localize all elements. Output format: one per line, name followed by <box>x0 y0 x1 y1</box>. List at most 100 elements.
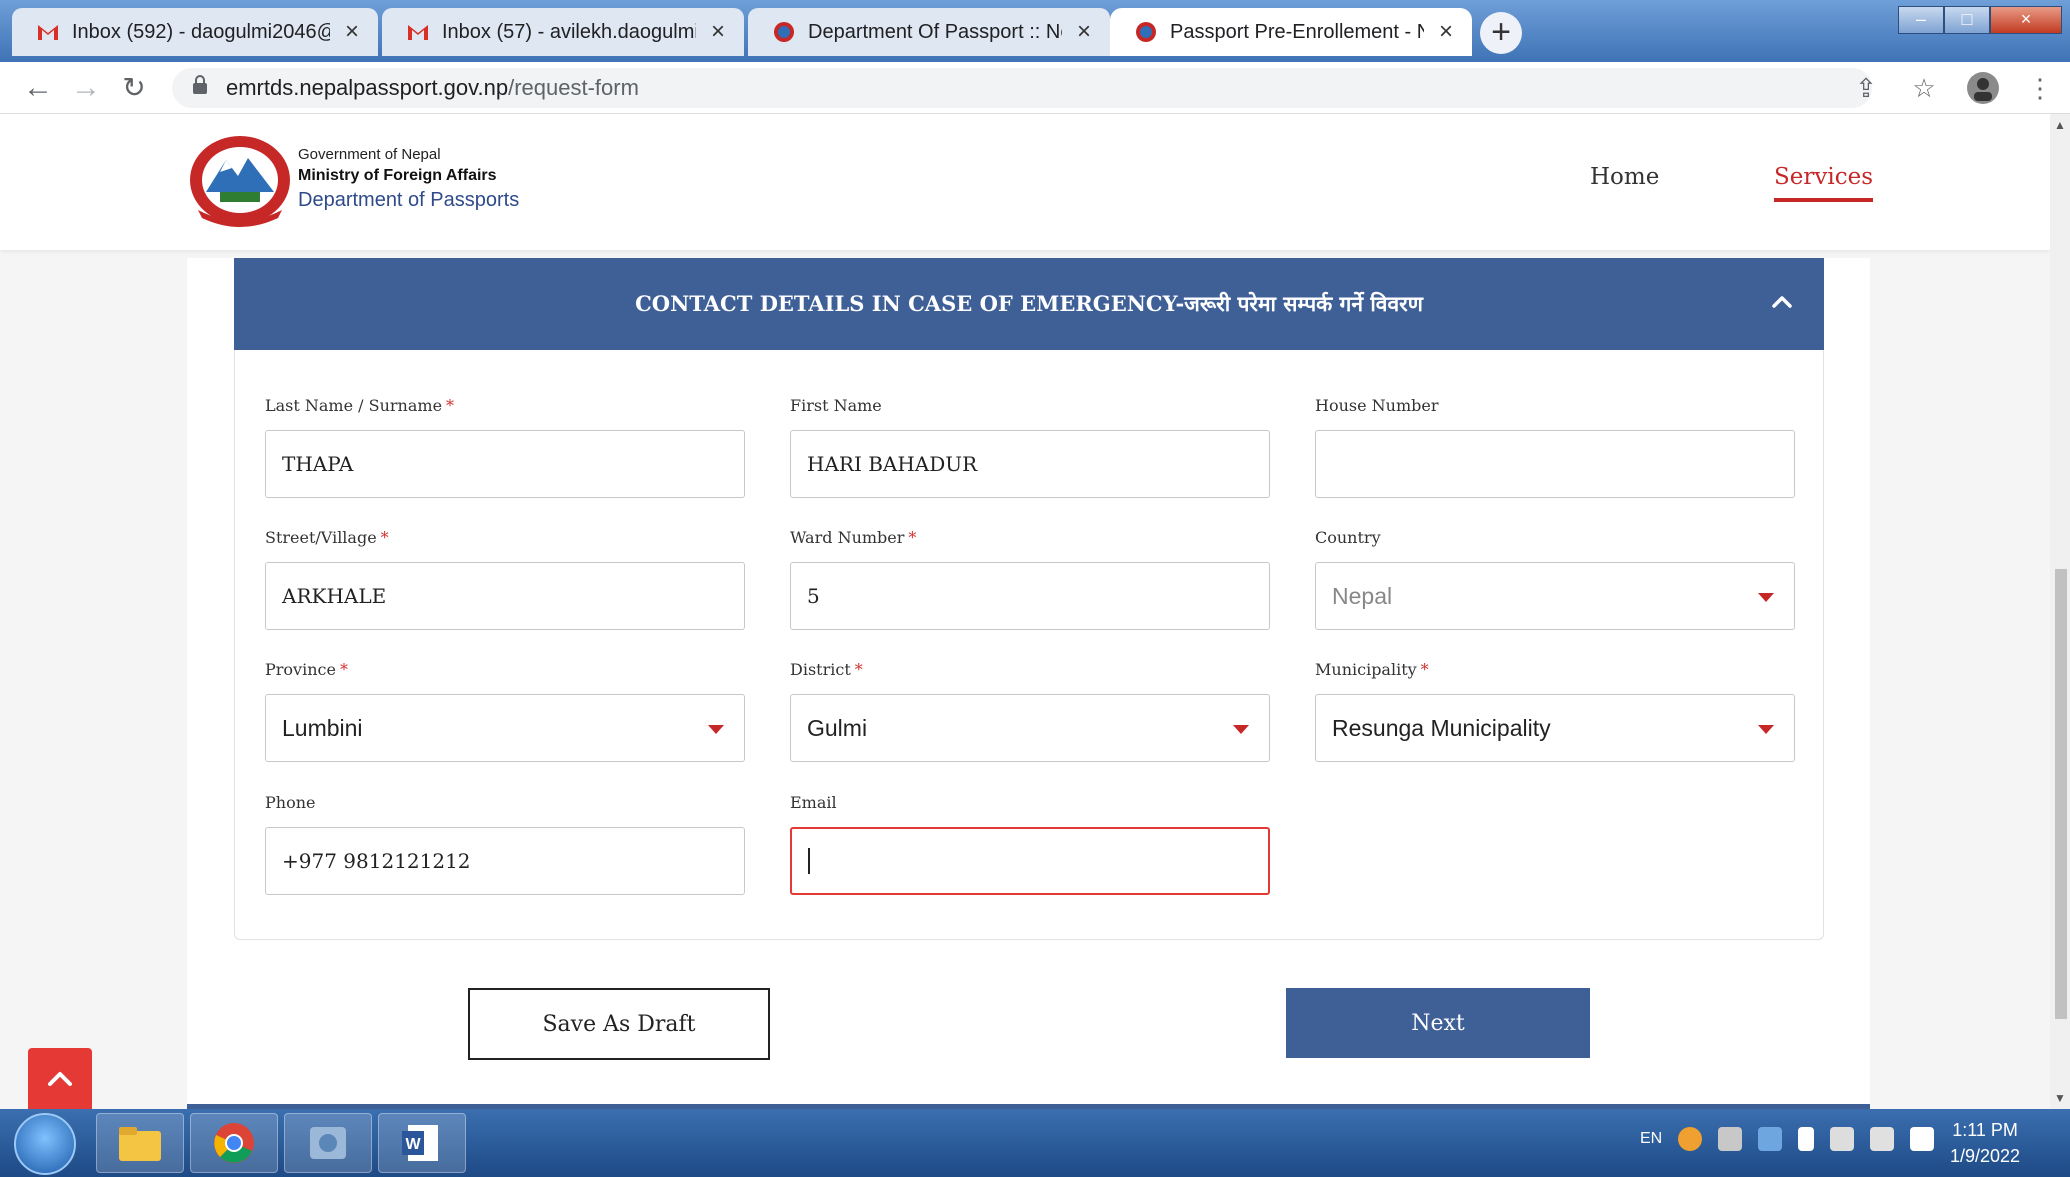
tab-inbox-1[interactable]: Inbox (592) - daogulmi2046@gm × <box>12 8 378 56</box>
first-name-field: First Name HARI BAHADUR <box>790 396 1270 498</box>
chrome-taskbar-icon[interactable] <box>190 1113 278 1173</box>
bookmark-star-icon[interactable]: ☆ <box>1908 70 1940 106</box>
section-title: CONTACT DETAILS IN CASE OF EMERGENCY-जरू… <box>635 291 1423 316</box>
url-path: /request-form <box>508 75 639 100</box>
phone-input[interactable]: +977 9812121212 <box>265 827 745 895</box>
tray-app-icon[interactable] <box>1678 1127 1703 1151</box>
tab-department-of-passport[interactable]: Department Of Passport :: Nepal × <box>748 8 1110 56</box>
province-label: Province <box>265 660 336 679</box>
control-panel-taskbar-icon[interactable] <box>284 1113 372 1173</box>
tab-passport-pre-enrollment[interactable]: Passport Pre-Enrollement - NEPA × <box>1110 8 1472 56</box>
passport-seal-icon <box>1134 20 1158 44</box>
first-name-label: First Name <box>790 396 882 415</box>
phone-field: Phone +977 9812121212 <box>265 793 745 895</box>
kebab-menu-icon[interactable]: ⋮ <box>2024 70 2056 106</box>
tab-title: Inbox (57) - avilekh.daogulmi@g <box>442 20 696 43</box>
nepal-emblem-logo <box>186 132 294 228</box>
municipality-label: Municipality <box>1315 660 1417 679</box>
page-viewport: Government of Nepal Ministry of Foreign … <box>0 114 2050 1109</box>
tab-inbox-2[interactable]: Inbox (57) - avilekh.daogulmi@g × <box>382 8 744 56</box>
brand-text: Government of Nepal Ministry of Foreign … <box>298 146 519 212</box>
required-marker: * <box>380 528 389 547</box>
url-bar[interactable]: emrtds.nepalpassport.gov.np/request-form <box>172 68 1872 108</box>
scroll-down-arrow-icon[interactable]: ▼ <box>2054 1091 2066 1105</box>
country-select[interactable]: Nepal <box>1315 562 1795 630</box>
save-as-draft-button[interactable]: Save As Draft <box>468 988 770 1060</box>
language-indicator[interactable]: EN <box>1640 1130 1662 1148</box>
tab-title: Inbox (592) - daogulmi2046@gm <box>72 20 330 43</box>
gmail-icon <box>36 20 60 44</box>
maximize-icon[interactable]: □ <box>1944 6 1990 34</box>
nav-home-link[interactable]: Home <box>1590 164 1659 190</box>
close-icon[interactable]: × <box>1072 20 1096 44</box>
phone-label: Phone <box>265 793 316 812</box>
browser-tab-bar: Inbox (592) - daogulmi2046@gm × Inbox (5… <box>0 0 2070 62</box>
chevron-up-icon <box>48 1071 72 1086</box>
share-icon[interactable]: ⇪ <box>1850 70 1882 106</box>
address-bar-actions: ⇪ ☆ ⋮ <box>1850 70 2056 106</box>
country-label: Country <box>1315 528 1381 547</box>
file-explorer-taskbar-icon[interactable] <box>96 1113 184 1173</box>
back-arrow-icon[interactable]: ← <box>22 72 54 104</box>
last-name-field: Last Name / Surname * THAPA <box>265 396 745 498</box>
scroll-up-arrow-icon[interactable]: ▲ <box>2054 118 2066 132</box>
next-button[interactable]: Next <box>1286 988 1590 1058</box>
svg-text:W: W <box>405 1136 421 1153</box>
house-number-input[interactable] <box>1315 430 1795 498</box>
district-label: District <box>790 660 851 679</box>
action-center-flag-icon[interactable] <box>1798 1127 1815 1151</box>
last-name-label: Last Name / Surname <box>265 396 443 415</box>
street-village-input[interactable]: ARKHALE <box>265 562 745 630</box>
system-tray: EN <box>1640 1127 1935 1151</box>
close-icon[interactable]: × <box>706 20 730 44</box>
required-marker: * <box>339 660 348 679</box>
nav-services-link[interactable]: Services <box>1774 164 1874 202</box>
street-village-label: Street/Village <box>265 528 377 547</box>
municipality-select[interactable]: Resunga Municipality <box>1315 694 1795 762</box>
scroll-to-top-button[interactable] <box>28 1048 92 1109</box>
close-icon[interactable]: × <box>1434 20 1458 44</box>
required-marker: * <box>1420 660 1429 679</box>
required-marker: * <box>854 660 863 679</box>
emergency-contact-section-header[interactable]: CONTACT DETAILS IN CASE OF EMERGENCY-जरू… <box>234 258 1824 350</box>
brand-department: Department of Passports <box>298 189 520 211</box>
district-field: District * Gulmi <box>790 660 1270 762</box>
province-select[interactable]: Lumbini <box>265 694 745 762</box>
close-icon[interactable]: × <box>340 20 364 44</box>
windows-start-button[interactable] <box>14 1113 76 1175</box>
tray-display-icon[interactable] <box>1758 1127 1783 1151</box>
street-village-field: Street/Village * ARKHALE <box>265 528 745 630</box>
tab-title: Department Of Passport :: Nepal <box>808 20 1062 43</box>
tray-update-icon[interactable] <box>1910 1127 1935 1151</box>
municipality-field: Municipality * Resunga Municipality <box>1315 660 1795 762</box>
taskbar-clock[interactable]: 1:11 PM 1/9/2022 <box>1950 1117 2020 1169</box>
minimize-icon[interactable]: – <box>1898 6 1944 34</box>
district-select[interactable]: Gulmi <box>790 694 1270 762</box>
country-value: Nepal <box>1332 582 1393 609</box>
volume-muted-icon[interactable] <box>1870 1127 1895 1151</box>
reload-icon[interactable]: ↻ <box>118 72 150 104</box>
window-close-icon[interactable]: × <box>1990 6 2062 34</box>
municipality-value: Resunga Municipality <box>1332 714 1551 741</box>
page-scrollbar[interactable]: ▲ ▼ <box>2050 114 2070 1109</box>
profile-avatar-icon[interactable] <box>1966 70 1999 106</box>
text-cursor <box>808 848 810 874</box>
scrollbar-thumb[interactable] <box>2055 569 2067 1019</box>
tray-network-icon[interactable] <box>1718 1127 1743 1151</box>
brand-government: Government of Nepal <box>298 146 441 163</box>
country-field: Country Nepal <box>1315 528 1795 630</box>
required-marker: * <box>908 528 917 547</box>
power-icon[interactable] <box>1830 1127 1855 1151</box>
new-tab-button[interactable]: + <box>1480 12 1522 54</box>
house-number-field: House Number <box>1315 396 1795 498</box>
first-name-input[interactable]: HARI BAHADUR <box>790 430 1270 498</box>
lock-icon <box>192 75 214 101</box>
forward-arrow-icon[interactable]: → <box>70 72 102 104</box>
province-field: Province * Lumbini <box>265 660 745 762</box>
last-name-input[interactable]: THAPA <box>265 430 745 498</box>
word-taskbar-icon[interactable]: W <box>378 1113 466 1173</box>
chevron-up-icon[interactable] <box>1768 288 1796 316</box>
dropdown-caret-icon <box>708 725 724 734</box>
ward-number-input[interactable]: 5 <box>790 562 1270 630</box>
email-input[interactable] <box>790 827 1270 895</box>
